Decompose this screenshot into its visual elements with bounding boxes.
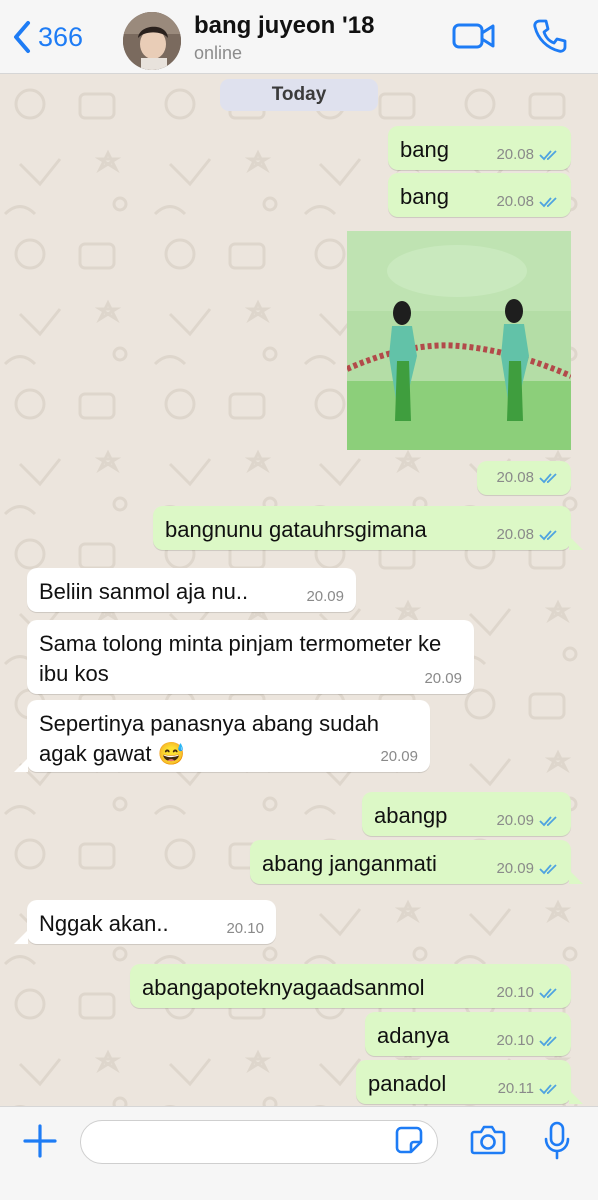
message-time: 20.08 (496, 469, 534, 486)
voice-call-button[interactable] (532, 18, 568, 59)
message-time: 20.09 (424, 670, 462, 687)
message-bubble-outgoing[interactable]: abangapoteknyagaadsanmol 20.10 (130, 964, 571, 1008)
message-meta: 20.10 (226, 921, 264, 937)
message-bubble-outgoing[interactable]: bang 20.08 (388, 126, 571, 170)
message-bubble-incoming[interactable]: Beliin sanmol aja nu.. 20.09 (27, 568, 356, 612)
message-bubble-incoming[interactable]: Sepertinya panasnya abang sudah agak gaw… (27, 700, 430, 772)
message-time: 20.10 (496, 984, 534, 1001)
video-camera-icon (452, 23, 495, 49)
message-meta: 20.09 (496, 861, 559, 877)
double-check-icon (539, 816, 557, 827)
message-meta: 20.10 (496, 985, 559, 1001)
chat-area[interactable]: Today bang 20.08 bang 20.08 20.08 bangnu… (0, 74, 598, 1106)
back-button[interactable]: 366 (12, 20, 83, 54)
double-check-icon (539, 150, 557, 161)
message-bubble-outgoing[interactable]: adanya 20.10 (365, 1012, 571, 1056)
message-time: 20.09 (496, 812, 534, 829)
double-check-icon (539, 864, 557, 875)
message-meta: 20.09 (424, 671, 462, 687)
video-call-button[interactable] (452, 18, 496, 59)
contact-info[interactable]: bang juyeon '18 online (194, 12, 374, 64)
photo-image (347, 231, 571, 450)
message-meta: 20.10 (496, 1033, 559, 1049)
message-bubble-outgoing[interactable]: panadol 20.11 (356, 1060, 571, 1104)
contact-name: bang juyeon '18 (194, 12, 375, 39)
avatar-image (123, 12, 181, 70)
message-meta: 20.08 (496, 147, 559, 163)
message-text: Sepertinya panasnya abang sudah agak gaw… (39, 711, 380, 766)
plus-icon (23, 1124, 57, 1158)
message-meta: 20.11 (498, 1081, 559, 1097)
message-time: 20.08 (496, 526, 534, 543)
double-check-icon (539, 473, 557, 484)
sticker-icon (395, 1126, 423, 1154)
message-meta: 20.08 (496, 527, 559, 543)
message-meta: 20.08 (496, 194, 559, 210)
photo-meta-bubble: 20.08 (477, 461, 571, 495)
message-meta: 20.09 (306, 589, 344, 605)
date-divider: Today (220, 79, 378, 111)
composer-bar (0, 1106, 598, 1200)
chevron-left-icon (14, 21, 30, 53)
message-time: 20.10 (226, 920, 264, 937)
message-time: 20.09 (306, 588, 344, 605)
double-check-icon (539, 197, 557, 208)
camera-icon (470, 1125, 506, 1155)
message-meta: 20.08 (496, 470, 559, 486)
message-bubble-incoming[interactable]: Nggak akan.. 20.10 (27, 900, 276, 944)
message-input[interactable] (80, 1120, 438, 1164)
chat-header: 366 bang juyeon '18 online (0, 0, 598, 74)
message-time: 20.09 (380, 748, 418, 765)
microphone-icon (544, 1121, 570, 1160)
message-bubble-incoming[interactable]: Sama tolong minta pinjam termometer ke i… (27, 620, 474, 694)
message-meta: 20.09 (496, 813, 559, 829)
message-bubble-outgoing[interactable]: bang 20.08 (388, 173, 571, 217)
message-time: 20.08 (496, 146, 534, 163)
camera-button[interactable] (470, 1124, 506, 1161)
message-time: 20.08 (496, 193, 534, 210)
double-check-icon (539, 1084, 557, 1095)
contact-status: online (194, 43, 243, 63)
photo-attachment[interactable] (347, 231, 571, 450)
message-bubble-outgoing[interactable]: bangnunu gatauhrsgimana 20.08 (153, 506, 571, 550)
double-check-icon (539, 988, 557, 999)
voice-record-button[interactable] (543, 1121, 571, 1166)
message-bubble-outgoing[interactable]: abangp 20.09 (362, 792, 571, 836)
avatar[interactable] (123, 12, 181, 70)
double-check-icon (539, 1036, 557, 1047)
sticker-button[interactable] (395, 1126, 423, 1159)
attach-button[interactable] (22, 1123, 58, 1164)
message-bubble-outgoing[interactable]: abang janganmati 20.09 (250, 840, 571, 884)
unread-count: 366 (38, 21, 84, 52)
message-text: Sama tolong minta pinjam termometer ke i… (39, 631, 442, 686)
message-meta: 20.09 (380, 749, 418, 765)
message-time: 20.11 (497, 1080, 534, 1097)
message-text: Beliin sanmol aja nu.. (39, 579, 249, 604)
double-check-icon (539, 530, 557, 541)
message-time: 20.10 (496, 1032, 534, 1049)
message-time: 20.09 (496, 860, 534, 877)
phone-icon (533, 19, 567, 53)
